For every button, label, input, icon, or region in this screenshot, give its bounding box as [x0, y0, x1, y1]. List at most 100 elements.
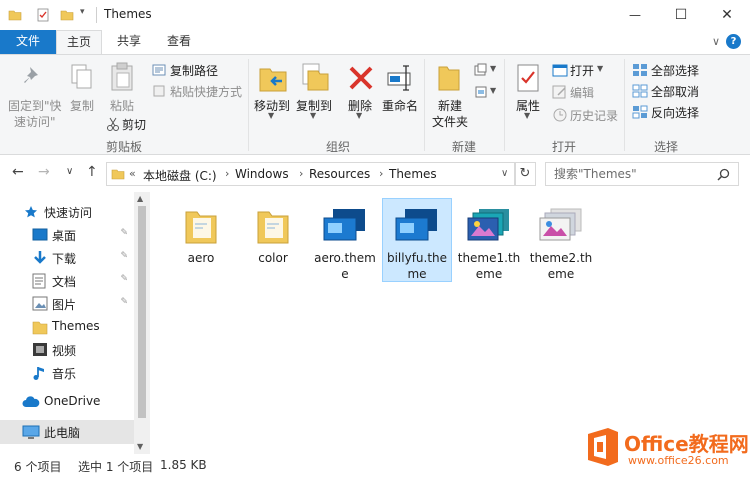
copy-path-button[interactable]: 复制路径 [170, 62, 218, 79]
file-item[interactable]: theme1.theme [454, 198, 524, 282]
sidebar-item-label: 快速访问 [44, 206, 93, 220]
help-icon[interactable]: ? [726, 34, 741, 49]
properties-icon [517, 64, 539, 92]
breadcrumb-item[interactable]: Themes [389, 167, 437, 181]
copy-to-dropdown-icon[interactable]: ▼ [310, 111, 316, 120]
minimize-button[interactable]: — [612, 0, 658, 30]
new-folder-button-line1[interactable]: 新建 [438, 97, 462, 114]
breadcrumb-separator[interactable]: › [299, 167, 303, 180]
new-item-dropdown-icon[interactable]: ▼ [490, 64, 496, 73]
pin-quick-access-label-1[interactable]: 固定到"快 [8, 97, 62, 114]
scrollbar-thumb[interactable] [138, 206, 146, 418]
tab-share[interactable]: 共享 [106, 30, 152, 54]
sidebar-item-music[interactable]: 音乐 [0, 362, 134, 384]
pin-icon[interactable]: ✎ [120, 251, 128, 261]
folder-icon [32, 321, 48, 335]
sidebar-item-label: Themes [52, 319, 100, 333]
file-item[interactable]: aero [166, 198, 236, 282]
sidebar-item-label: 文档 [52, 275, 77, 289]
breadcrumb-separator[interactable]: › [225, 167, 229, 180]
group-divider [504, 59, 505, 151]
file-item[interactable]: theme2.theme [526, 198, 596, 282]
scroll-down-icon[interactable]: ▼ [137, 442, 143, 451]
title-divider [96, 7, 97, 23]
properties-icon[interactable] [36, 8, 50, 22]
file-name: aero.theme [314, 251, 376, 281]
sidebar-item-themes[interactable]: Themes [0, 316, 134, 338]
pin-quick-access-label-2[interactable]: 速访问" [14, 113, 56, 130]
easy-access-icon[interactable] [474, 85, 488, 99]
file-item[interactable]: color [238, 198, 308, 282]
pin-icon[interactable]: ✎ [120, 297, 128, 307]
group-divider [624, 59, 625, 151]
sidebar-item-downloads[interactable]: 下载 ✎ [0, 247, 134, 269]
address-dropdown-icon[interactable]: ∨ [501, 168, 508, 179]
sidebar-item-this-pc[interactable]: 此电脑 [0, 420, 134, 444]
pin-icon[interactable]: ✎ [120, 228, 128, 238]
group-divider [424, 59, 425, 151]
maximize-button[interactable]: ☐ [658, 0, 704, 30]
scroll-up-icon[interactable]: ▲ [137, 194, 143, 203]
rename-button[interactable]: 重命名 [382, 97, 418, 114]
sidebar-item-onedrive[interactable]: OneDrive [0, 391, 134, 413]
close-button[interactable]: ✕ [704, 0, 750, 30]
refresh-button[interactable]: ↻ [514, 162, 536, 186]
refresh-icon: ↻ [519, 166, 531, 181]
paste-shortcut-button[interactable]: 粘贴快捷方式 [170, 83, 242, 100]
breadcrumb-separator[interactable]: › [379, 167, 383, 180]
open-button[interactable]: 打开 [570, 62, 594, 79]
search-input[interactable] [554, 163, 714, 185]
breadcrumb-item[interactable]: 本地磁盘 (C:) [143, 167, 217, 184]
copy-button[interactable]: 复制 [70, 97, 94, 114]
easy-access-dropdown-icon[interactable]: ▼ [490, 86, 496, 95]
sidebar-item-documents[interactable]: 文档 ✎ [0, 270, 134, 292]
move-to-dropdown-icon[interactable]: ▼ [268, 111, 274, 120]
new-folder-icon[interactable] [60, 8, 74, 22]
tab-file[interactable]: 文件 [0, 30, 56, 54]
watermark-brand: Office教程网 [624, 432, 749, 456]
new-item-icon[interactable] [474, 63, 488, 77]
breadcrumb-item[interactable]: Resources [309, 167, 370, 181]
new-folder-button-line2[interactable]: 文件夹 [432, 113, 468, 130]
copy-path-icon [152, 64, 166, 76]
invert-selection-icon [632, 105, 648, 119]
select-all-button[interactable]: 全部选择 [651, 62, 699, 79]
tab-view[interactable]: 查看 [156, 30, 202, 54]
close-icon: ✕ [721, 7, 733, 23]
file-name: color [258, 251, 288, 265]
expand-ribbon-icon[interactable]: ∨ [712, 35, 720, 48]
watermark-url: www.office26.com [628, 454, 729, 467]
cut-button[interactable]: 剪切 [122, 116, 146, 133]
breadcrumb-overflow[interactable]: « [129, 167, 136, 180]
customize-toolbar-icon[interactable]: ▾ [80, 7, 94, 21]
address-bar[interactable]: « 本地磁盘 (C:) › Windows › Resources › Them… [106, 162, 516, 186]
sidebar-item-quick-access[interactable]: 快速访问 [0, 201, 134, 223]
search-icon[interactable] [717, 168, 730, 181]
recent-locations-button[interactable]: ∨ [66, 166, 73, 177]
sidebar-item-desktop[interactable]: 桌面 ✎ [0, 224, 134, 246]
paste-shortcut-icon [153, 85, 165, 97]
nav-scrollbar[interactable]: ▲ ▼ [134, 192, 150, 454]
item-count: 6 个项目 [14, 460, 62, 474]
up-button[interactable]: ↑ [86, 164, 98, 180]
file-item-selected[interactable]: billyfu.theme [382, 198, 452, 282]
sidebar-item-pictures[interactable]: 图片 ✎ [0, 293, 134, 315]
sidebar-item-videos[interactable]: 视频 [0, 339, 134, 361]
forward-button[interactable]: → [38, 164, 50, 180]
search-box[interactable] [545, 162, 739, 186]
edit-button[interactable]: 编辑 [570, 84, 594, 101]
select-none-button[interactable]: 全部取消 [651, 83, 699, 100]
pin-icon[interactable]: ✎ [120, 274, 128, 284]
properties-dropdown-icon[interactable]: ▼ [524, 111, 530, 120]
breadcrumb-item[interactable]: Windows [235, 167, 289, 181]
back-button[interactable]: ← [12, 164, 24, 180]
paste-button[interactable]: 粘贴 [110, 97, 134, 114]
file-item[interactable]: aero.theme [310, 198, 380, 282]
open-dropdown-icon[interactable]: ▼ [597, 64, 603, 73]
sidebar-item-label: 视频 [52, 344, 77, 358]
organize-group-label: 组织 [326, 140, 351, 154]
tab-home[interactable]: 主页 [56, 30, 102, 55]
history-button[interactable]: 历史记录 [570, 107, 618, 124]
invert-selection-button[interactable]: 反向选择 [651, 104, 699, 121]
delete-dropdown-icon[interactable]: ▼ [356, 111, 362, 120]
